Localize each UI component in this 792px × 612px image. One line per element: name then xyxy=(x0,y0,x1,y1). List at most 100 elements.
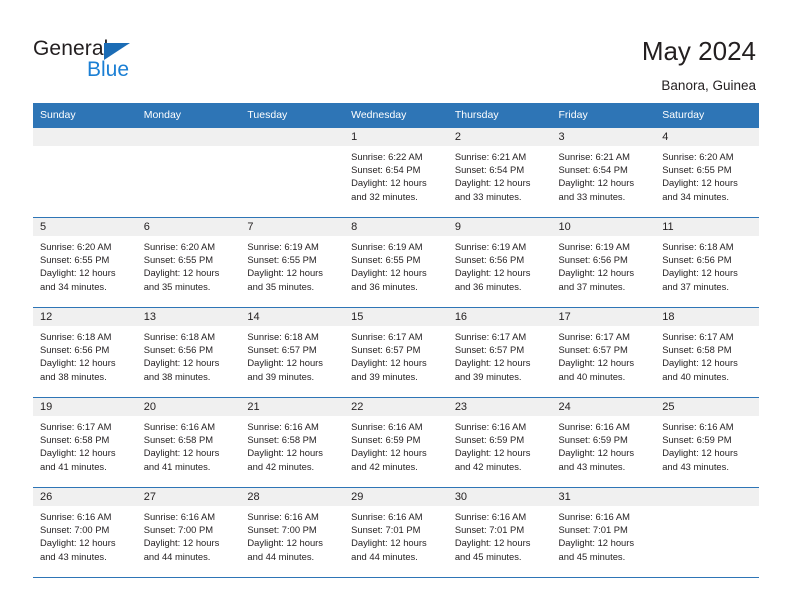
calendar-day-cell[interactable]: 15 Sunrise: 6:17 AM Sunset: 6:57 PM Dayligh… xyxy=(344,307,448,398)
daylight-text-line2: and 42 minutes. xyxy=(454,460,522,472)
calendar-day-cell[interactable]: 4 Sunrise: 6:20 AM Sunset: 6:55 PM Daylight… xyxy=(655,127,759,218)
daylight-text-line2: and 45 minutes. xyxy=(558,550,626,562)
calendar-day-cell[interactable]: 12 Sunrise: 6:18 AM Sunset: 6:56 PM Dayligh… xyxy=(33,307,137,398)
sunset-text: Sunset: 6:58 PM xyxy=(143,434,214,446)
day-number: 19 xyxy=(33,398,137,416)
day-number: 22 xyxy=(344,398,448,416)
calendar-day-cell[interactable]: 23 Sunrise: 6:16 AM Sunset: 6:59 PM Dayligh… xyxy=(447,397,552,488)
calendar-day-cell[interactable]: 17 Sunrise: 6:17 AM Sunset: 6:57 PM Dayligh… xyxy=(551,307,656,398)
calendar-day-cell[interactable]: 22 Sunrise: 6:16 AM Sunset: 6:59 PM Dayligh… xyxy=(344,397,448,488)
general-blue-logo: General Blue xyxy=(33,38,233,88)
sunrise-text: Sunrise: 6:20 AM xyxy=(662,151,734,162)
day-number xyxy=(655,488,759,506)
daylight-text-line1: Daylight: 12 hours xyxy=(351,177,427,189)
calendar-day-cell[interactable]: 18 Sunrise: 6:17 AM Sunset: 6:58 PM Dayligh… xyxy=(655,307,759,398)
day-number: 4 xyxy=(655,128,759,146)
day-number: 3 xyxy=(551,128,656,146)
calendar-day-cell[interactable]: 1 Sunrise: 6:22 AM Sunset: 6:54 PM Daylight… xyxy=(344,127,448,218)
calendar-day-cell[interactable]: 5 Sunrise: 6:20 AM Sunset: 6:55 PM Daylight… xyxy=(33,217,137,308)
calendar-day-cell[interactable]: 25 Sunrise: 6:16 AM Sunset: 6:59 PM Dayligh… xyxy=(655,397,759,488)
daylight-text-line2: and 43 minutes. xyxy=(558,460,626,472)
calendar-day-cell[interactable]: 8 Sunrise: 6:19 AM Sunset: 6:55 PM Daylight… xyxy=(344,217,448,308)
sunset-text: Sunset: 6:55 PM xyxy=(143,254,214,266)
calendar-day-cell[interactable]: 10 Sunrise: 6:19 AM Sunset: 6:56 PM Dayligh… xyxy=(551,217,656,308)
sunset-text: Sunset: 7:01 PM xyxy=(558,524,628,536)
logo-text-general: General xyxy=(33,37,109,60)
sunset-text: Sunset: 6:55 PM xyxy=(247,254,317,266)
calendar-day-cell[interactable]: 28 Sunrise: 6:16 AM Sunset: 7:00 PM Dayligh… xyxy=(240,487,345,578)
day-number: 16 xyxy=(447,308,552,326)
daylight-text-line2: and 38 minutes. xyxy=(40,370,107,382)
daylight-text-line1: Daylight: 12 hours xyxy=(40,267,116,279)
calendar-day-cell[interactable]: 31 Sunrise: 6:16 AM Sunset: 7:01 PM Dayligh… xyxy=(551,487,656,578)
sunset-text: Sunset: 6:54 PM xyxy=(558,164,628,176)
daylight-text-line1: Daylight: 12 hours xyxy=(40,447,116,459)
daylight-text-line1: Daylight: 12 hours xyxy=(662,447,738,459)
weekday-header-thursday: Thursday xyxy=(447,103,552,128)
daylight-text-line2: and 32 minutes. xyxy=(351,190,418,202)
sunset-text: Sunset: 6:56 PM xyxy=(40,344,110,356)
daylight-text-line2: and 39 minutes. xyxy=(247,370,315,382)
weekday-header-sunday: Sunday xyxy=(33,103,137,128)
calendar-day-cell[interactable]: 7 Sunrise: 6:19 AM Sunset: 6:55 PM Daylight… xyxy=(240,217,345,308)
day-number: 10 xyxy=(551,218,656,236)
day-number: 30 xyxy=(447,488,552,506)
day-number: 26 xyxy=(33,488,137,506)
daylight-text-line2: and 35 minutes. xyxy=(247,280,315,292)
day-number: 8 xyxy=(344,218,448,236)
day-number xyxy=(240,128,345,146)
calendar-day-cell[interactable]: 13 Sunrise: 6:18 AM Sunset: 6:56 PM Dayligh… xyxy=(136,307,241,398)
calendar-day-cell[interactable]: 11 Sunrise: 6:18 AM Sunset: 6:56 PM Dayligh… xyxy=(655,217,759,308)
daylight-text-line1: Daylight: 12 hours xyxy=(454,267,531,279)
sunrise-text: Sunrise: 6:16 AM xyxy=(351,421,423,432)
sunrise-text: Sunrise: 6:20 AM xyxy=(143,241,216,252)
daylight-text-line2: and 37 minutes. xyxy=(558,280,626,292)
daylight-text-line1: Daylight: 12 hours xyxy=(247,537,323,549)
sunrise-text: Sunrise: 6:18 AM xyxy=(143,331,216,342)
weekday-header-row: Sunday Monday Tuesday Wednesday Thursday… xyxy=(33,103,759,128)
sunrise-text: Sunrise: 6:16 AM xyxy=(247,511,319,522)
sunrise-text: Sunrise: 6:19 AM xyxy=(454,241,527,252)
calendar-day-cell[interactable]: 16 Sunrise: 6:17 AM Sunset: 6:57 PM Dayligh… xyxy=(447,307,552,398)
calendar-day-cell[interactable] xyxy=(240,127,345,218)
calendar-day-cell[interactable]: 30 Sunrise: 6:16 AM Sunset: 7:01 PM Dayligh… xyxy=(447,487,552,578)
daylight-text-line2: and 33 minutes. xyxy=(454,190,522,202)
sunset-text: Sunset: 7:00 PM xyxy=(143,524,214,536)
calendar-day-cell[interactable]: 19 Sunrise: 6:17 AM Sunset: 6:58 PM Dayligh… xyxy=(33,397,137,488)
calendar-day-cell[interactable] xyxy=(655,487,759,578)
sunset-text: Sunset: 6:56 PM xyxy=(454,254,525,266)
daylight-text-line2: and 39 minutes. xyxy=(454,370,522,382)
daylight-text-line1: Daylight: 12 hours xyxy=(558,177,635,189)
calendar-day-cell[interactable]: 21 Sunrise: 6:16 AM Sunset: 6:58 PM Dayligh… xyxy=(240,397,345,488)
daylight-text-line2: and 39 minutes. xyxy=(351,370,418,382)
sunrise-text: Sunrise: 6:21 AM xyxy=(454,151,527,162)
sunset-text: Sunset: 6:57 PM xyxy=(558,344,628,356)
sunrise-text: Sunrise: 6:18 AM xyxy=(662,241,734,252)
day-number: 24 xyxy=(551,398,656,416)
location-subtitle: Banora, Guinea xyxy=(661,78,756,93)
calendar-day-cell[interactable]: 27 Sunrise: 6:16 AM Sunset: 7:00 PM Dayligh… xyxy=(136,487,241,578)
sunrise-text: Sunrise: 6:17 AM xyxy=(351,331,423,342)
sunrise-text: Sunrise: 6:18 AM xyxy=(40,331,112,342)
daylight-text-line2: and 42 minutes. xyxy=(351,460,418,472)
calendar-day-cell[interactable]: 24 Sunrise: 6:16 AM Sunset: 6:59 PM Dayligh… xyxy=(551,397,656,488)
calendar-day-cell[interactable]: 26 Sunrise: 6:16 AM Sunset: 7:00 PM Dayligh… xyxy=(33,487,137,578)
sunrise-text: Sunrise: 6:16 AM xyxy=(247,421,319,432)
sunrise-text: Sunrise: 6:16 AM xyxy=(454,421,527,432)
calendar-day-cell[interactable]: 2 Sunrise: 6:21 AM Sunset: 6:54 PM Daylight… xyxy=(447,127,552,218)
daylight-text-line1: Daylight: 12 hours xyxy=(40,357,116,369)
daylight-text-line1: Daylight: 12 hours xyxy=(143,447,220,459)
page-header: General Blue May 2024 Banora, Guinea xyxy=(0,0,792,103)
calendar-day-cell[interactable] xyxy=(33,127,137,218)
calendar-day-cell[interactable]: 29 Sunrise: 6:16 AM Sunset: 7:01 PM Dayligh… xyxy=(344,487,448,578)
sunset-text: Sunset: 6:58 PM xyxy=(40,434,110,446)
daylight-text-line2: and 43 minutes. xyxy=(662,460,729,472)
sunrise-text: Sunrise: 6:17 AM xyxy=(454,331,527,342)
calendar-day-cell[interactable]: 20 Sunrise: 6:16 AM Sunset: 6:58 PM Dayligh… xyxy=(136,397,241,488)
calendar-day-cell[interactable] xyxy=(136,127,241,218)
calendar-day-cell[interactable]: 6 Sunrise: 6:20 AM Sunset: 6:55 PM Daylight… xyxy=(136,217,241,308)
calendar-day-cell[interactable]: 9 Sunrise: 6:19 AM Sunset: 6:56 PM Daylight… xyxy=(447,217,552,308)
calendar-day-cell[interactable]: 3 Sunrise: 6:21 AM Sunset: 6:54 PM Daylight… xyxy=(551,127,656,218)
sunrise-text: Sunrise: 6:16 AM xyxy=(143,421,216,432)
calendar-day-cell[interactable]: 14 Sunrise: 6:18 AM Sunset: 6:57 PM Dayligh… xyxy=(240,307,345,398)
